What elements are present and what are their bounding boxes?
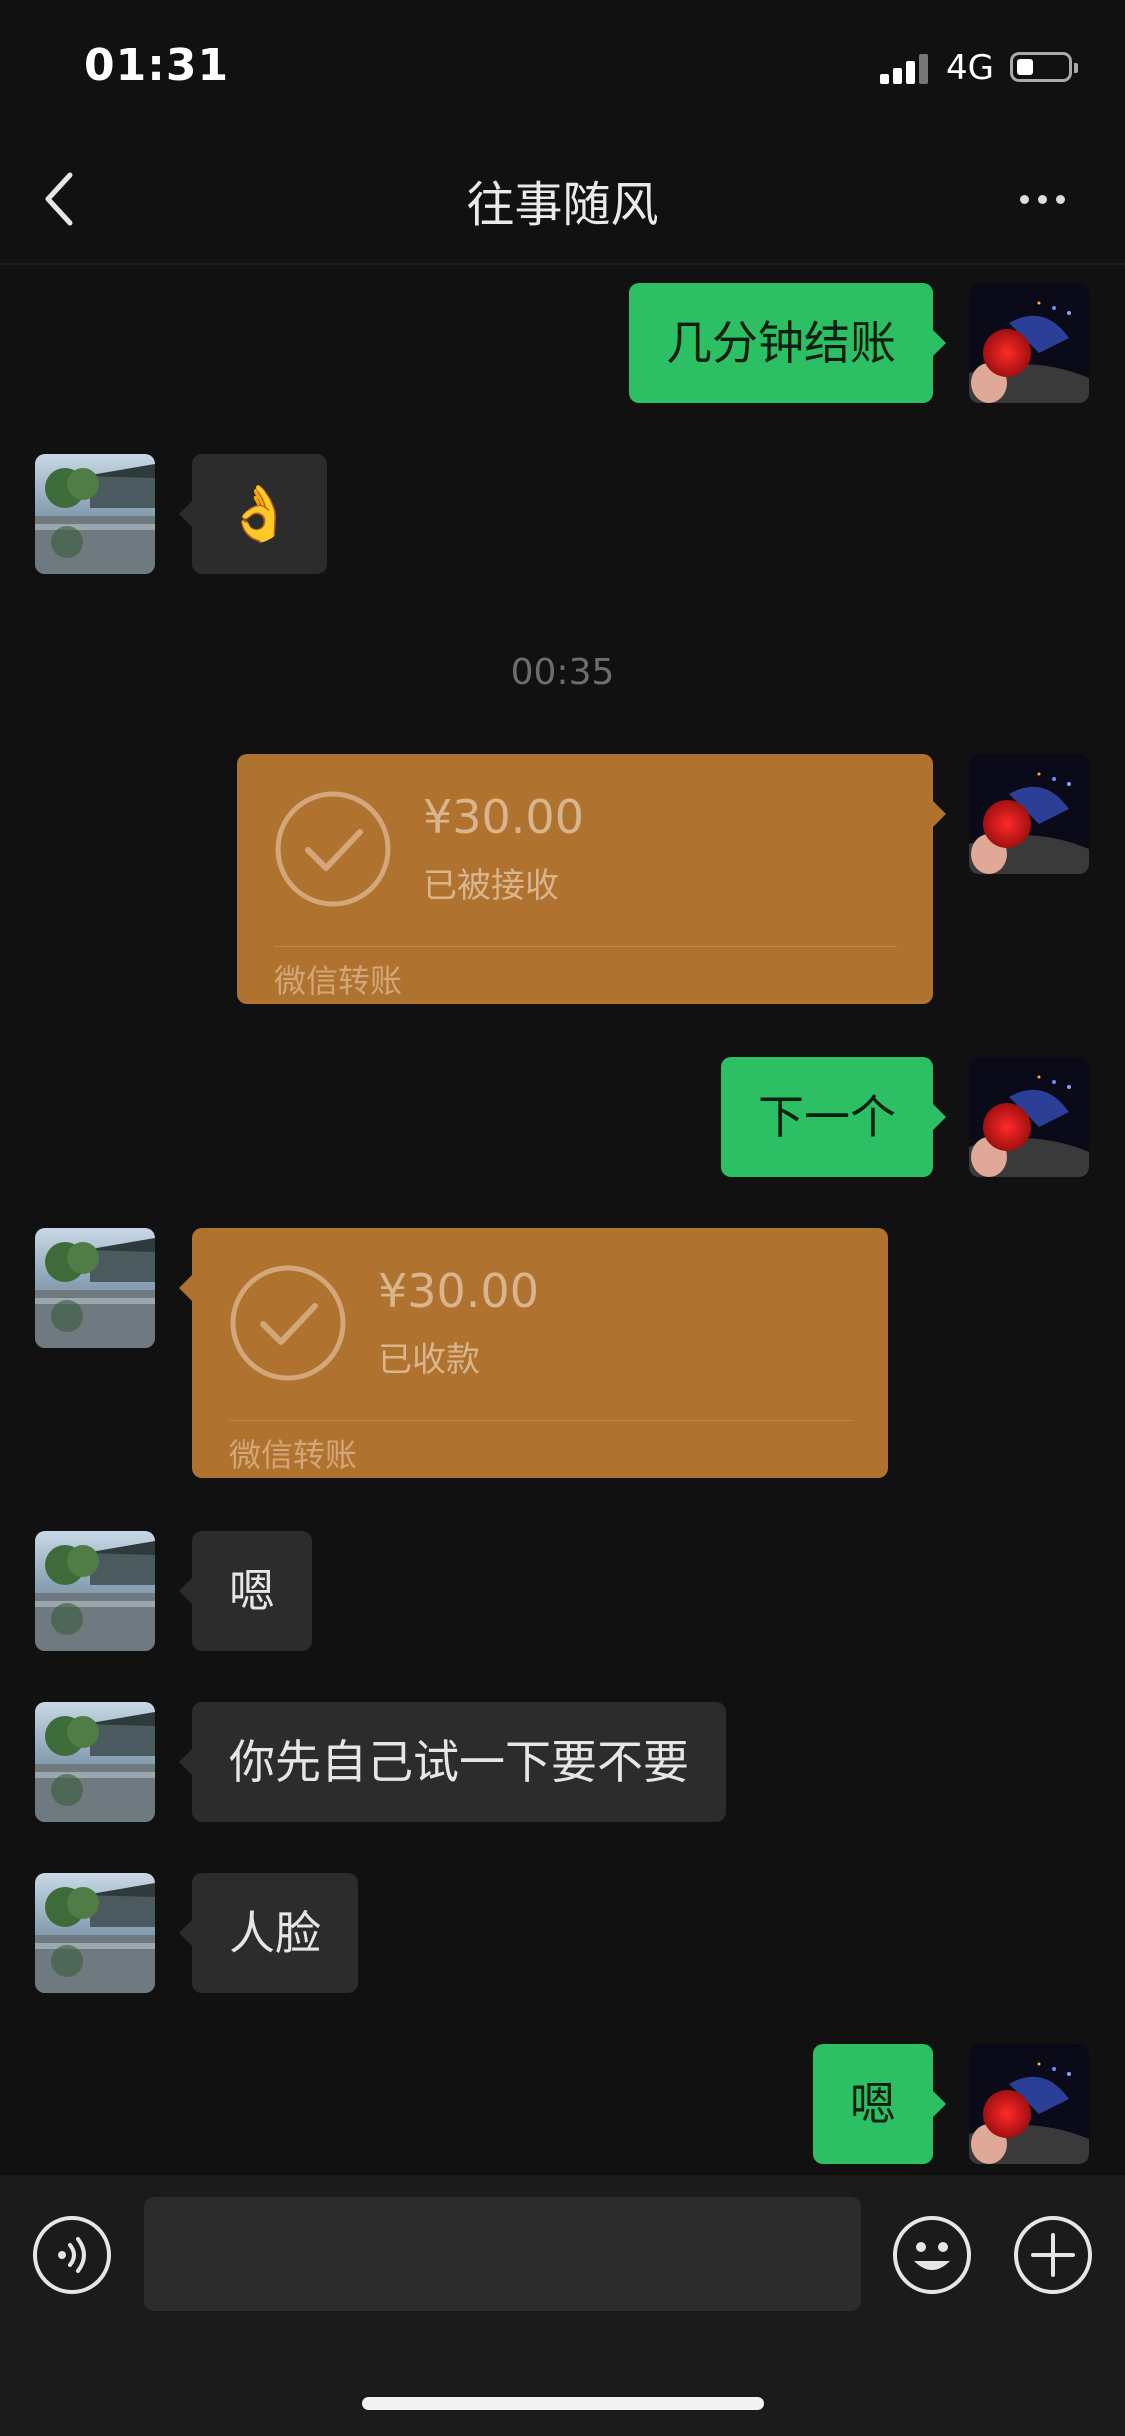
divider <box>229 1420 852 1421</box>
plus-icon[interactable] <box>1013 2215 1093 2295</box>
emoji-bubble[interactable]: 👌 <box>179 454 327 574</box>
timestamp: 00:35 <box>510 652 615 693</box>
transfer-amount: ¥30.00 <box>423 790 584 844</box>
message-input[interactable] <box>144 2197 861 2311</box>
signal-bars-icon <box>880 52 932 84</box>
ellipsis-icon[interactable] <box>1012 179 1072 219</box>
chat-title: 往事随风 <box>466 177 659 233</box>
contact-avatar[interactable] <box>35 1531 155 1651</box>
message-bubble[interactable]: 嗯 <box>179 1531 312 1651</box>
chat-header: 往事随风 <box>0 135 1125 265</box>
transfer-footer: 微信转账 <box>229 1436 358 1474</box>
transfer-footer: 微信转账 <box>274 962 403 1000</box>
contact-avatar[interactable] <box>35 454 155 574</box>
transfer-status: 已收款 <box>378 1340 480 1380</box>
my-avatar[interactable] <box>969 1057 1089 1177</box>
battery-low-icon <box>1010 52 1078 82</box>
message-bubble[interactable]: 下一个 <box>721 1057 946 1177</box>
input-bar <box>0 2175 1125 2436</box>
transfer-card[interactable]: ¥30.00 已被接收 微信转账 <box>237 754 946 1004</box>
transfer-card[interactable]: ¥30.00 已收款 微信转账 <box>179 1228 888 1478</box>
smiley-icon[interactable] <box>892 2215 972 2295</box>
message-bubble[interactable]: 你先自己试一下要不要 <box>179 1702 726 1822</box>
check-circle-icon <box>230 1265 346 1381</box>
home-indicator <box>362 2397 764 2410</box>
message-bubble[interactable]: 几分钟结账 <box>629 283 946 403</box>
voice-icon[interactable] <box>32 2215 112 2295</box>
check-circle-icon <box>275 791 391 907</box>
my-avatar[interactable] <box>969 2044 1089 2164</box>
contact-avatar[interactable] <box>35 1228 155 1348</box>
transfer-status: 已被接收 <box>423 866 559 906</box>
status-time: 01:31 <box>84 40 230 91</box>
network-type: 4G <box>946 48 994 88</box>
contact-avatar[interactable] <box>35 1702 155 1822</box>
transfer-amount: ¥30.00 <box>378 1264 539 1318</box>
message-bubble[interactable]: 嗯 <box>813 2044 946 2164</box>
message-bubble[interactable]: 人脸 <box>179 1873 358 1993</box>
contact-avatar[interactable] <box>35 1873 155 1993</box>
my-avatar[interactable] <box>969 754 1089 874</box>
my-avatar[interactable] <box>969 283 1089 403</box>
divider <box>274 946 897 947</box>
status-bar: 01:31 4G <box>0 0 1125 135</box>
